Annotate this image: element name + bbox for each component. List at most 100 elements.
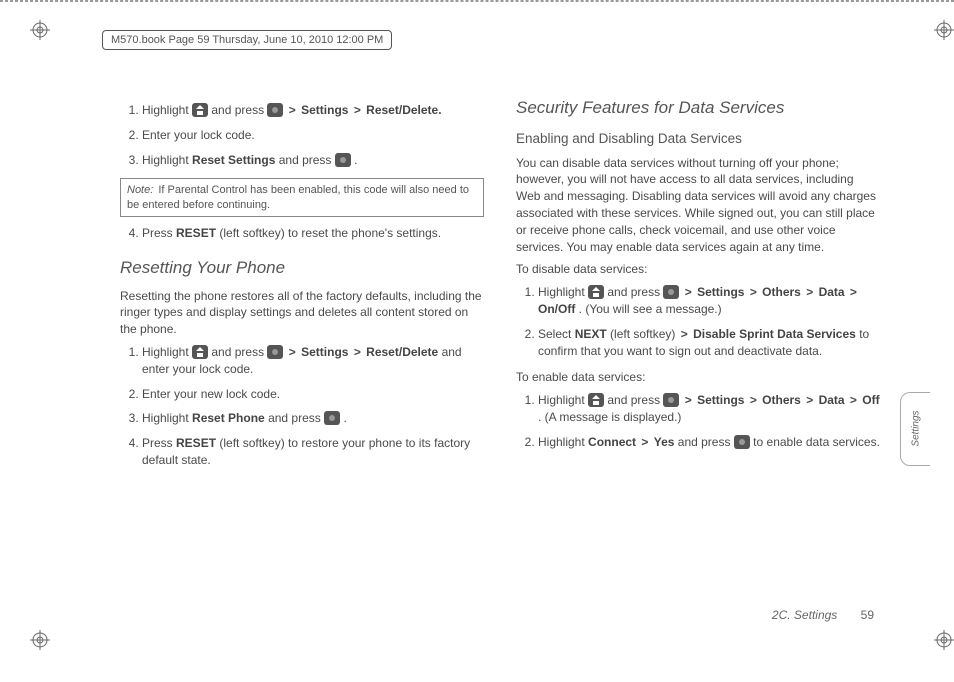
text: Select bbox=[538, 327, 575, 341]
softkey-label: NEXT bbox=[575, 327, 607, 341]
text: and press bbox=[279, 153, 335, 167]
ok-key-icon bbox=[267, 345, 283, 359]
text: Highlight bbox=[142, 153, 192, 167]
text: Press bbox=[142, 226, 176, 240]
ok-key-icon bbox=[663, 393, 679, 407]
section-heading: Security Features for Data Services bbox=[516, 96, 880, 120]
path-separator: > bbox=[848, 285, 859, 299]
softkey-label: RESET bbox=[176, 226, 216, 240]
home-key-icon bbox=[588, 285, 604, 299]
menu-path: Data bbox=[819, 393, 845, 407]
steps-list: Highlight and press > Settings > Reset/D… bbox=[120, 344, 484, 469]
note-text: If Parental Control has been enabled, th… bbox=[127, 184, 469, 210]
paragraph: Resetting the phone restores all of the … bbox=[120, 288, 484, 338]
path-separator: > bbox=[352, 345, 363, 359]
menu-path: Reset/Delete bbox=[366, 345, 438, 359]
path-separator: > bbox=[352, 103, 363, 117]
list-item: Highlight Reset Settings and press . bbox=[142, 152, 484, 169]
text: . bbox=[343, 411, 346, 425]
list-item: Highlight Connect > Yes and press to ena… bbox=[538, 434, 880, 451]
menu-path: Connect bbox=[588, 435, 636, 449]
menu-path: Reset Settings bbox=[192, 153, 275, 167]
menu-path: Settings bbox=[697, 393, 744, 407]
page-footer: 2C. Settings 59 bbox=[772, 608, 874, 622]
ok-key-icon bbox=[734, 435, 750, 449]
lead-text: To enable data services: bbox=[516, 369, 880, 386]
registration-mark-icon bbox=[934, 20, 954, 40]
text: and press bbox=[211, 345, 267, 359]
path-separator: > bbox=[748, 393, 759, 407]
text: Highlight bbox=[538, 393, 588, 407]
menu-path: Others bbox=[762, 285, 801, 299]
text: and press bbox=[607, 285, 663, 299]
crop-line-bottom bbox=[0, 1, 954, 2]
list-item: Highlight and press > Settings > Others … bbox=[538, 392, 880, 426]
footer-section: 2C. Settings bbox=[772, 608, 837, 622]
text: (left softkey) to reset the phone's sett… bbox=[219, 226, 441, 240]
menu-path: Reset/Delete. bbox=[366, 103, 441, 117]
text: Press bbox=[142, 436, 176, 450]
steps-list: Highlight and press > Settings > Reset/D… bbox=[120, 102, 484, 168]
list-item: Highlight Reset Phone and press . bbox=[142, 410, 484, 427]
text: Highlight bbox=[538, 285, 588, 299]
menu-path: Settings bbox=[697, 285, 744, 299]
text: (left softkey) bbox=[610, 327, 679, 341]
paragraph: You can disable data services without tu… bbox=[516, 155, 880, 256]
steps-list: Press RESET (left softkey) to reset the … bbox=[120, 225, 484, 242]
list-item: Press RESET (left softkey) to restore yo… bbox=[142, 435, 484, 469]
list-item: Enter your lock code. bbox=[142, 127, 484, 144]
text: Highlight bbox=[142, 103, 192, 117]
menu-path: Others bbox=[762, 393, 801, 407]
footer-page-number: 59 bbox=[861, 608, 874, 622]
menu-path: Reset Phone bbox=[192, 411, 265, 425]
text: Highlight bbox=[142, 411, 192, 425]
lead-text: To disable data services: bbox=[516, 261, 880, 278]
note-label: Note: bbox=[127, 184, 153, 196]
list-item: Highlight and press > Settings > Reset/D… bbox=[142, 344, 484, 378]
ok-key-icon bbox=[267, 103, 283, 117]
menu-path: Settings bbox=[301, 103, 348, 117]
right-column: Security Features for Data Services Enab… bbox=[516, 96, 880, 616]
menu-path: Data bbox=[819, 285, 845, 299]
text: Highlight bbox=[538, 435, 588, 449]
note-box: Note: If Parental Control has been enabl… bbox=[120, 178, 484, 217]
registration-mark-icon bbox=[934, 630, 954, 650]
home-key-icon bbox=[192, 103, 208, 117]
section-tab: Settings bbox=[900, 392, 930, 466]
path-separator: > bbox=[848, 393, 859, 407]
path-separator: > bbox=[748, 285, 759, 299]
text: and press bbox=[678, 435, 734, 449]
home-key-icon bbox=[192, 345, 208, 359]
home-key-icon bbox=[588, 393, 604, 407]
path-separator: > bbox=[287, 345, 298, 359]
text: Highlight bbox=[142, 345, 192, 359]
softkey-label: RESET bbox=[176, 436, 216, 450]
ok-key-icon bbox=[663, 285, 679, 299]
menu-path: Disable Sprint Data Services bbox=[693, 327, 856, 341]
list-item: Highlight and press > Settings > Others … bbox=[538, 284, 880, 318]
path-separator: > bbox=[679, 327, 690, 341]
page-header-info: M570.book Page 59 Thursday, June 10, 201… bbox=[102, 30, 392, 50]
text: to enable data services. bbox=[753, 435, 880, 449]
list-item: Press RESET (left softkey) to reset the … bbox=[142, 225, 484, 242]
text: . (You will see a message.) bbox=[579, 302, 722, 316]
path-separator: > bbox=[683, 285, 694, 299]
list-item: Enter your new lock code. bbox=[142, 386, 484, 403]
registration-mark-icon bbox=[30, 20, 50, 40]
text: and press bbox=[607, 393, 663, 407]
menu-path: Settings bbox=[301, 345, 348, 359]
path-separator: > bbox=[683, 393, 694, 407]
list-item: Select NEXT (left softkey) > Disable Spr… bbox=[538, 326, 880, 360]
steps-list: Highlight and press > Settings > Others … bbox=[516, 392, 880, 450]
section-tab-label: Settings bbox=[911, 404, 922, 454]
path-separator: > bbox=[804, 393, 815, 407]
text: and press bbox=[268, 411, 324, 425]
section-heading: Resetting Your Phone bbox=[120, 256, 484, 280]
page-content: Highlight and press > Settings > Reset/D… bbox=[120, 96, 880, 616]
menu-path: On/Off bbox=[538, 302, 575, 316]
path-separator: > bbox=[804, 285, 815, 299]
path-separator: > bbox=[639, 435, 650, 449]
text: and press bbox=[211, 103, 267, 117]
text: . (A message is displayed.) bbox=[538, 410, 681, 424]
subsection-heading: Enabling and Disabling Data Services bbox=[516, 130, 880, 149]
